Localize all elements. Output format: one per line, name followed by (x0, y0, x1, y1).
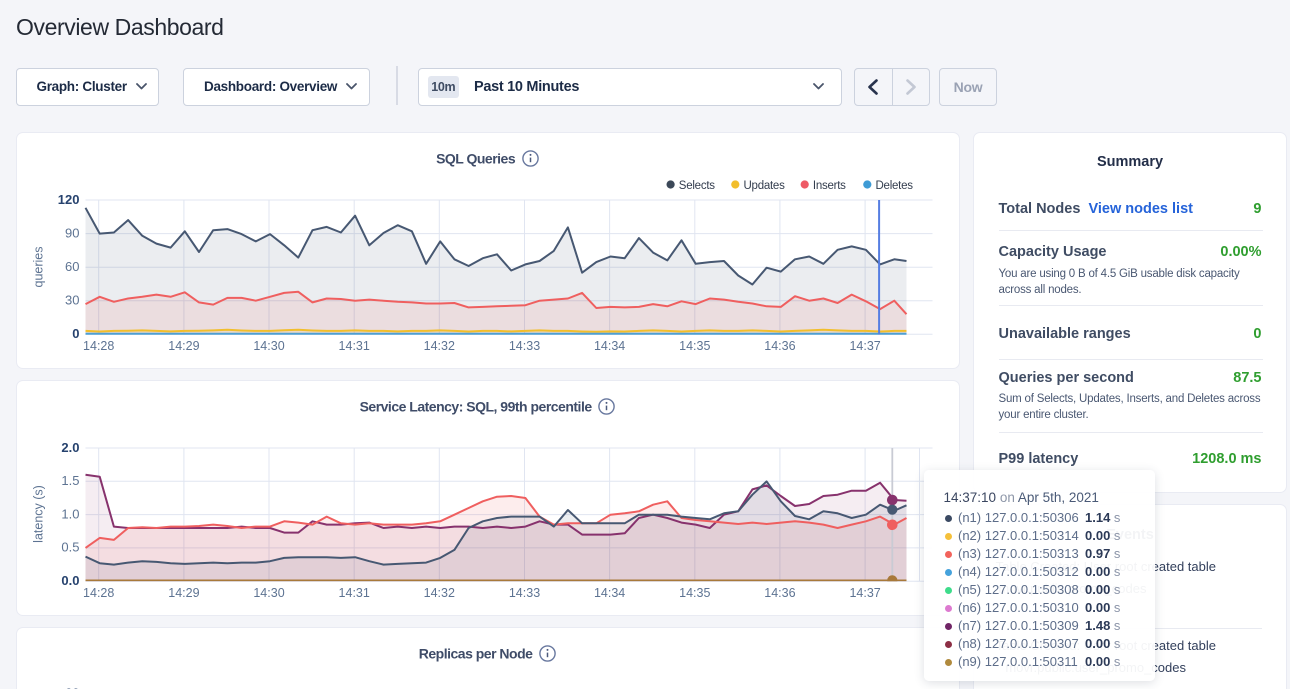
svg-text:Inserts: Inserts (812, 180, 845, 192)
svg-text:60: 60 (65, 686, 79, 689)
svg-text:14:37: 14:37 (849, 586, 880, 600)
svg-text:14:32: 14:32 (423, 339, 454, 353)
svg-text:0.0: 0.0 (61, 573, 79, 588)
svg-text:14:32: 14:32 (423, 586, 454, 600)
svg-text:90: 90 (65, 225, 79, 240)
svg-text:14:33: 14:33 (508, 339, 539, 353)
svg-text:14:30: 14:30 (253, 339, 284, 353)
svg-text:14:34: 14:34 (593, 586, 624, 600)
svg-text:14:29: 14:29 (168, 586, 199, 600)
svg-text:14:29: 14:29 (168, 339, 199, 353)
svg-text:14:31: 14:31 (338, 586, 369, 600)
svg-text:14:36: 14:36 (764, 586, 795, 600)
svg-text:14:35: 14:35 (679, 586, 710, 600)
svg-text:60: 60 (65, 259, 79, 274)
svg-text:1.5: 1.5 (61, 473, 79, 488)
svg-text:14:30: 14:30 (253, 586, 284, 600)
svg-text:latency (s): latency (s) (31, 485, 45, 543)
svg-text:1.0: 1.0 (61, 506, 79, 521)
svg-text:2.0: 2.0 (61, 440, 79, 455)
svg-text:14:36: 14:36 (764, 339, 795, 353)
svg-text:120: 120 (57, 192, 79, 207)
svg-text:14:35: 14:35 (679, 339, 710, 353)
svg-text:30: 30 (65, 293, 79, 308)
svg-text:14:33: 14:33 (508, 586, 539, 600)
svg-text:14:28: 14:28 (83, 586, 114, 600)
svg-text:14:34: 14:34 (593, 339, 624, 353)
svg-text:14:31: 14:31 (338, 339, 369, 353)
svg-text:14:28: 14:28 (83, 339, 114, 353)
svg-text:queries: queries (31, 247, 45, 288)
svg-text:Deletes: Deletes (875, 180, 913, 192)
svg-text:0: 0 (72, 326, 79, 341)
svg-text:Selects: Selects (678, 180, 714, 192)
svg-text:14:37: 14:37 (849, 339, 880, 353)
svg-text:Updates: Updates (743, 180, 785, 192)
svg-text:0.5: 0.5 (61, 540, 79, 555)
